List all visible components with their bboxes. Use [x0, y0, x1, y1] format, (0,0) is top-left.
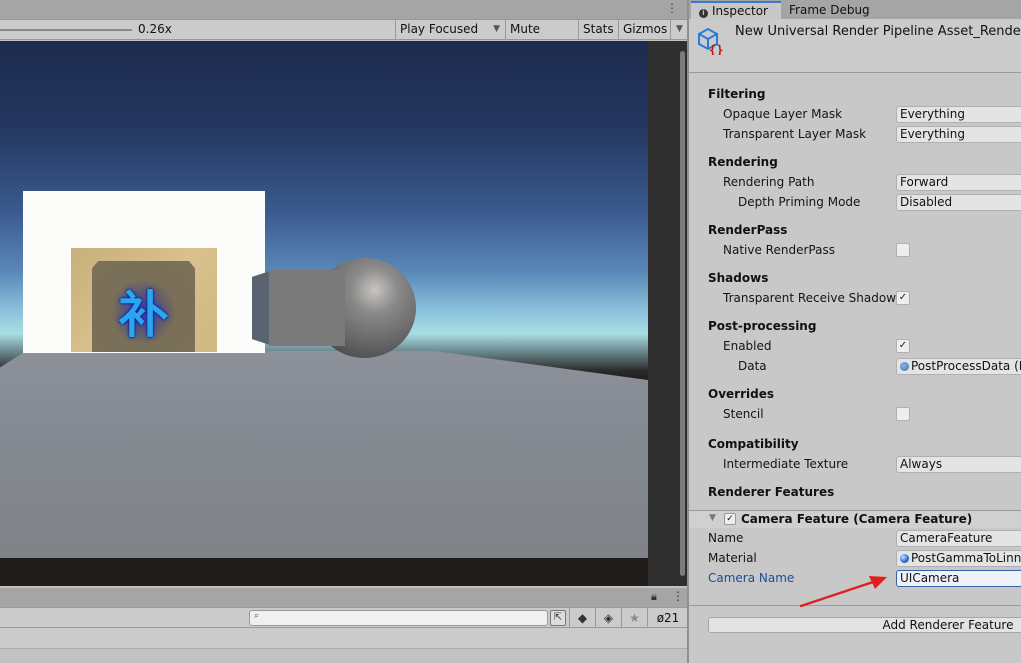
search-field[interactable]: ⌕ — [249, 610, 548, 626]
material-sphere-icon — [900, 554, 909, 563]
feature-material-field[interactable]: PostGammaToLinnear — [896, 550, 1021, 567]
feature-material-label: Material — [708, 551, 757, 565]
stencil-checkbox[interactable] — [896, 407, 910, 421]
transparent-layer-mask-dropdown[interactable]: Everything — [896, 126, 1021, 143]
section-renderer-features: Renderer Features — [708, 485, 835, 499]
add-renderer-feature-button[interactable]: Add Renderer Feature — [708, 617, 1021, 633]
search-input[interactable] — [266, 611, 536, 625]
rendering-path-dropdown[interactable]: Forward — [896, 174, 1021, 191]
opaque-layer-mask-label: Opaque Layer Mask — [723, 107, 843, 121]
ui-card-image: 补 — [71, 248, 217, 352]
renderer-asset-icon: {} — [698, 27, 723, 55]
transparent-receive-shadows-checkbox[interactable]: ✓ — [896, 291, 910, 305]
post-process-data-field[interactable]: PostProcessData (Post Process Data) — [896, 358, 1021, 375]
kebab-menu-icon[interactable]: ⋮ — [666, 2, 678, 14]
filter-by-label-icon[interactable]: ◈ — [595, 608, 621, 628]
stencil-label: Stencil — [723, 407, 764, 421]
dropdown-caret-icon: ▼ — [493, 24, 500, 34]
game-tab-bar: ⋮ — [0, 0, 688, 19]
section-rendering: Rendering — [708, 155, 778, 169]
camera-name-input[interactable]: UICamera — [896, 570, 1021, 587]
camera-feature-header[interactable]: ▼ ✓ Camera Feature (Camera Feature) — [689, 510, 1021, 528]
info-icon: i — [699, 9, 708, 18]
tab-inspector[interactable]: i Inspector — [691, 1, 781, 19]
post-process-data-value: PostProcessData (Post Process Data) — [911, 359, 1021, 373]
transparent-layer-mask-label: Transparent Layer Mask — [723, 127, 867, 141]
kebab-menu-icon[interactable]: ⋮ — [672, 589, 684, 603]
mute-audio-button[interactable]: Mute Audio — [505, 20, 578, 55]
project-breadcrumb-row — [0, 628, 688, 649]
intermediate-texture-dropdown[interactable]: Always — [896, 456, 1021, 473]
scrollbar-thumb[interactable] — [680, 51, 685, 576]
native-renderpass-label: Native RenderPass — [723, 243, 835, 257]
camera-name-label: Camera Name — [708, 571, 795, 585]
opaque-layer-mask-dropdown[interactable]: Everything — [896, 106, 1021, 123]
feature-material-value: PostGammaToLinnear — [911, 551, 1021, 565]
post-processing-enabled-checkbox[interactable]: ✓ — [896, 339, 910, 353]
native-renderpass-checkbox[interactable] — [896, 243, 910, 257]
section-filtering: Filtering — [708, 87, 766, 101]
scale-value: 0.26x — [138, 22, 172, 36]
camera-feature-title: Camera Feature (Camera Feature) — [741, 512, 973, 526]
rendering-path-label: Rendering Path — [723, 175, 815, 189]
eye-slash-icon: ø — [656, 611, 665, 625]
card-glyph: 补 — [118, 285, 169, 344]
section-post-processing: Post-processing — [708, 319, 817, 333]
ground-plane — [0, 351, 648, 558]
transparent-receive-shadows-label: Transparent Receive Shadows — [723, 291, 903, 305]
post-process-data-asset-icon — [900, 362, 909, 371]
section-shadows: Shadows — [708, 271, 769, 285]
hidden-packages-toggle[interactable]: ø21 — [647, 608, 688, 628]
scale-slider[interactable] — [0, 29, 132, 31]
play-mode-dropdown[interactable]: Play Focused ▼ — [395, 20, 505, 40]
project-tab-bar: 🔒︎ ⋮ — [0, 588, 688, 607]
post-processing-enabled-label: Enabled — [723, 339, 772, 353]
lock-icon[interactable]: 🔒︎ — [651, 590, 657, 604]
camera-feature-enabled-checkbox[interactable]: ✓ — [724, 513, 736, 525]
filter-by-type-icon[interactable]: ◆ — [569, 608, 595, 628]
divider — [689, 605, 1021, 606]
play-mode-label: Play Focused — [400, 22, 479, 36]
tab-frame-debug[interactable]: Frame Debug — [789, 2, 870, 19]
intermediate-texture-label: Intermediate Texture — [723, 457, 849, 471]
cube-side-face — [252, 271, 270, 345]
search-icon: ⌕ — [254, 611, 260, 621]
inspector-header: {} New Universal Render Pipeline Asset_R… — [689, 19, 1021, 73]
game-view-panel: ⋮ 0.26x Play Focused ▼ Mute Audio Stats … — [0, 0, 688, 663]
foldout-triangle-icon[interactable]: ▼ — [709, 513, 716, 523]
depth-priming-mode-label: Depth Priming Mode — [738, 195, 861, 209]
tab-inspector-label: Inspector — [712, 4, 768, 18]
inspector-tab-bar: i Inspector Frame Debug — [689, 0, 1021, 19]
inspector-panel: i Inspector Frame Debug {} New Universal … — [689, 0, 1021, 663]
feature-name-input[interactable]: CameraFeature — [896, 530, 1021, 547]
svg-text:{}: {} — [709, 43, 723, 55]
project-toolbar: ⌕ ⇱ ◆ ◈ ★ ø21 — [0, 607, 688, 628]
favorite-star-icon[interactable]: ★ — [621, 608, 647, 628]
feature-name-label: Name — [708, 531, 744, 545]
asset-title: New Universal Render Pipeline Asset_Rend… — [735, 24, 1021, 39]
post-process-data-label: Data — [738, 359, 767, 373]
depth-priming-mode-dropdown[interactable]: Disabled — [896, 194, 1021, 211]
section-compatibility: Compatibility — [708, 437, 799, 451]
search-expand-icon[interactable]: ⇱ — [550, 610, 566, 626]
hidden-count: 21 — [664, 611, 680, 625]
card-inner-frame: 补 — [92, 261, 195, 352]
viewport-scrollbar[interactable] — [648, 41, 688, 586]
section-overrides: Overrides — [708, 387, 774, 401]
gizmos-button[interactable]: Gizmos — [618, 20, 670, 40]
cube-object — [269, 270, 345, 346]
stats-button[interactable]: Stats — [578, 20, 618, 40]
game-toolbar: 0.26x Play Focused ▼ Mute Audio Stats Gi… — [0, 19, 688, 55]
gizmos-dropdown-icon[interactable]: ▼ — [670, 20, 688, 40]
project-content — [0, 649, 688, 663]
game-viewport[interactable]: 补 — [0, 41, 648, 586]
unity-editor: ⋮ 0.26x Play Focused ▼ Mute Audio Stats … — [0, 0, 1021, 663]
section-renderpass: RenderPass — [708, 223, 788, 237]
